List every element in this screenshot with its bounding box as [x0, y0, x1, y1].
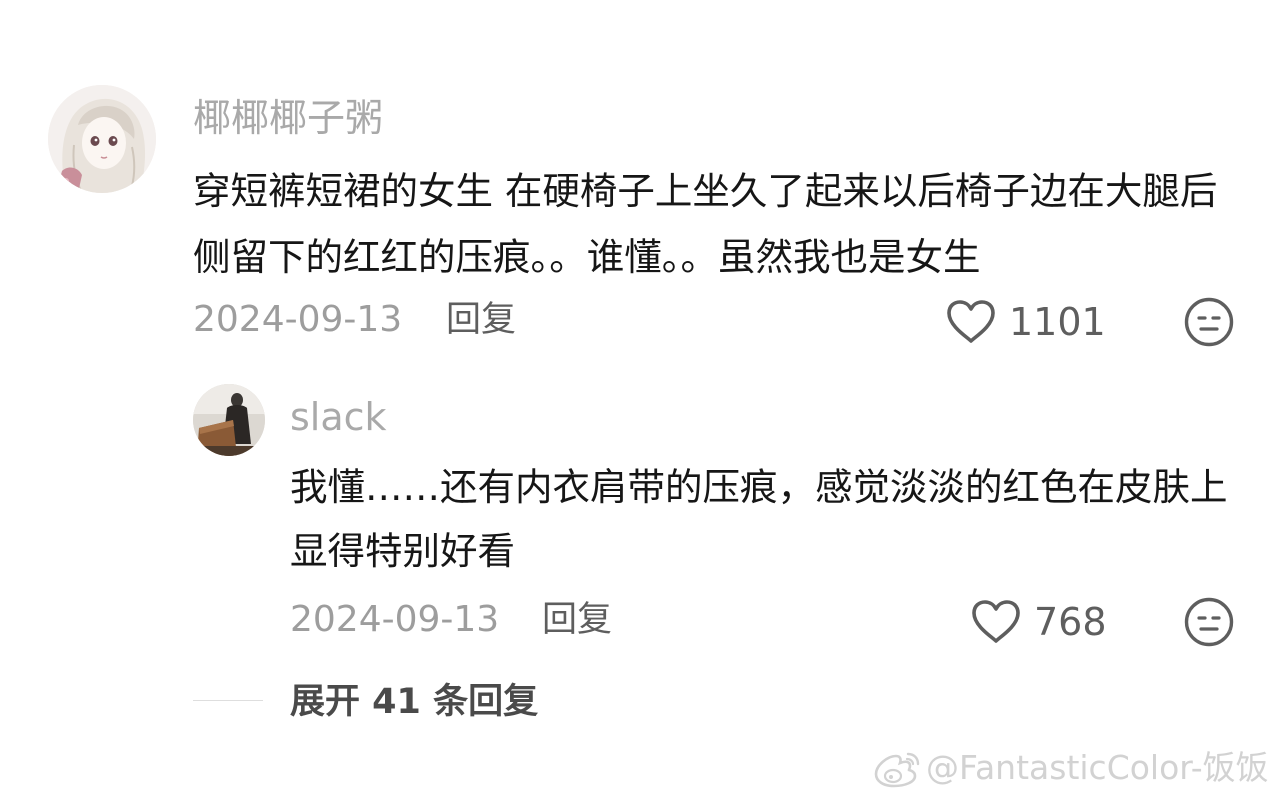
username[interactable]: 椰椰椰子粥	[193, 96, 383, 140]
dislike-button[interactable]	[1184, 597, 1234, 647]
reply-button[interactable]: 回复	[542, 600, 612, 640]
heart-outline-icon	[947, 300, 995, 343]
like-count: 768	[1034, 600, 1107, 644]
like-button[interactable]: 768	[970, 599, 1107, 645]
heart-outline-icon	[972, 600, 1020, 643]
meh-face-icon	[1184, 297, 1234, 347]
anime-girl-avatar-icon	[48, 85, 156, 193]
meh-face-icon	[1184, 597, 1234, 647]
reply-button[interactable]: 回复	[446, 300, 516, 340]
expand-replies-button[interactable]: 展开 41 条回复	[290, 682, 538, 722]
watermark-text: @FantasticColor-饭饭	[926, 748, 1269, 787]
avatar[interactable]	[48, 85, 156, 193]
username[interactable]: slack	[290, 395, 387, 439]
like-button[interactable]: 1101	[945, 299, 1106, 345]
comment-text: 我懂……还有内衣肩带的压痕，感觉淡淡的红色在皮肤上显得特别好看	[290, 465, 1228, 573]
comment-date: 2024-09-13	[193, 299, 403, 340]
weibo-logo-icon	[874, 752, 920, 788]
like-count: 1101	[1009, 300, 1106, 344]
avatar[interactable]	[193, 384, 265, 456]
divider	[193, 700, 263, 701]
comment-text: 穿短裤短裙的女生 在硬椅子上坐久了起来以后椅子边在大腿后侧留下的红红的压痕。。谁…	[193, 169, 1218, 279]
comment-date: 2024-09-13	[290, 599, 500, 640]
watermark: @FantasticColor-饭饭	[870, 746, 1269, 790]
photo-avatar-icon	[193, 384, 265, 456]
dislike-button[interactable]	[1184, 297, 1234, 347]
